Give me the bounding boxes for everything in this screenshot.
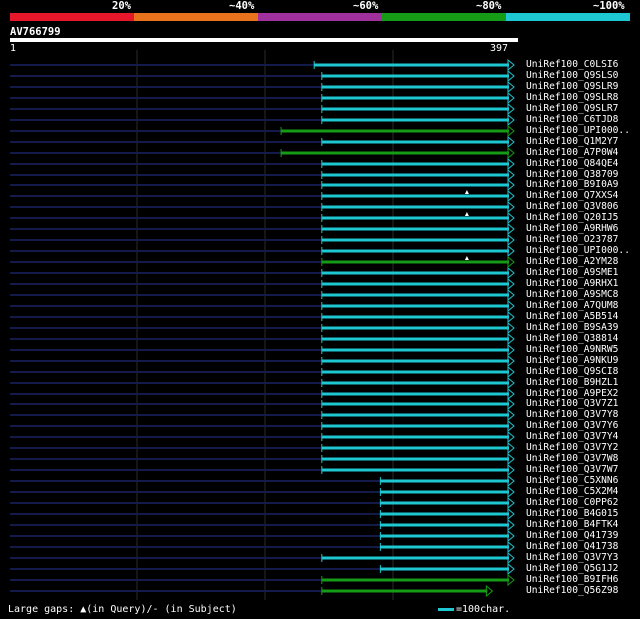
hit-label[interactable]: UniRef100_Q84QE4 (526, 159, 618, 169)
hit-label[interactable]: UniRef100_A9NRW5 (526, 345, 618, 355)
scale-swatch (438, 607, 454, 611)
hit-label[interactable]: UniRef100_Q56Z98 (526, 586, 618, 596)
hit-label[interactable]: UniRef100_Q5G1J2 (526, 564, 618, 574)
hit-label[interactable]: UniRef100_Q3V7Y4 (526, 432, 618, 442)
hit-label[interactable]: UniRef100_Q9SLR8 (526, 93, 618, 103)
hit-label[interactable]: UniRef100_A2YM28 (526, 257, 618, 267)
hit-label[interactable]: UniRef100_Q3V7Z1 (526, 399, 618, 409)
hit-label[interactable]: UniRef100_Q3V806 (526, 202, 618, 212)
hit-label[interactable]: UniRef100_Q9SLR9 (526, 82, 618, 92)
hit-label[interactable]: UniRef100_C5X2M4 (526, 487, 618, 497)
hit-label[interactable]: UniRef100_Q9SLS0 (526, 71, 618, 81)
hit-label[interactable]: UniRef100_Q41738 (526, 542, 618, 552)
hit-label[interactable]: UniRef100_O23787 (526, 235, 618, 245)
hit-label[interactable]: UniRef100_Q41739 (526, 531, 618, 541)
hit-label[interactable]: UniRef100_Q38814 (526, 334, 618, 344)
hit-label[interactable]: UniRef100_B4G015 (526, 509, 618, 519)
hit-label[interactable]: UniRef100_A7P0W4 (526, 148, 618, 158)
hit-label[interactable]: UniRef100_B9IFH6 (526, 575, 618, 585)
hit-label[interactable]: UniRef100_C5XNN6 (526, 476, 618, 486)
hit-label[interactable]: UniRef100_A9RHW6 (526, 224, 618, 234)
hit-label[interactable]: UniRef100_Q3V7W8 (526, 454, 618, 464)
hit-label[interactable]: UniRef100_C6TJD8 (526, 115, 618, 125)
hit-label[interactable]: UniRef100_Q3V7Y6 (526, 421, 618, 431)
hit-label[interactable]: UniRef100_B9HZL1 (526, 378, 618, 388)
hit-label[interactable]: UniRef100_Q9SLR7 (526, 104, 618, 114)
blast-overview: { "legend": { "percent_labels": ["20%", … (0, 0, 640, 619)
hit-label[interactable]: UniRef100_UPI000.. (526, 246, 630, 256)
hit-label[interactable]: UniRef100_Q1M2Y7 (526, 137, 618, 147)
hit-label[interactable]: UniRef100_Q9SCI8 (526, 367, 618, 377)
hit-label[interactable]: UniRef100_A7QUM8 (526, 301, 618, 311)
hit-label[interactable]: UniRef100_B4FTK4 (526, 520, 618, 530)
hit-label[interactable]: UniRef100_B9SA39 (526, 323, 618, 333)
hit-label[interactable]: UniRef100_C0LSI6 (526, 60, 618, 70)
hit-label[interactable]: UniRef100_Q7XXS4 (526, 191, 618, 201)
scale-text: =100char. (456, 604, 511, 615)
hit-label[interactable]: UniRef100_A9SMC8 (526, 290, 618, 300)
hit-label[interactable]: UniRef100_UPI000.. (526, 126, 630, 136)
scale-legend: =100char. (438, 604, 510, 615)
hit-label[interactable]: UniRef100_Q3V7Y8 (526, 410, 618, 420)
hit-label[interactable]: UniRef100_A9SME1 (526, 268, 618, 278)
hit-label[interactable]: UniRef100_C0PP62 (526, 498, 618, 508)
hit-label[interactable]: UniRef100_B9I0A9 (526, 180, 618, 190)
hit-label[interactable]: UniRef100_A9NKU9 (526, 356, 618, 366)
hit-labels: UniRef100_C0LSI6 UniRef100_Q9SLS0 UniRef10… (0, 0, 640, 619)
hit-label[interactable]: UniRef100_A5B514 (526, 312, 618, 322)
hit-label[interactable]: UniRef100_Q3V7Y2 (526, 443, 618, 453)
hit-label[interactable]: UniRef100_A9RHX1 (526, 279, 618, 289)
hit-label[interactable]: UniRef100_Q3V7W7 (526, 465, 618, 475)
hit-label[interactable]: UniRef100_Q3V7Y3 (526, 553, 618, 563)
hit-label[interactable]: UniRef100_Q20IJ5 (526, 213, 618, 223)
gaps-legend: Large gaps: ▲(in Query)/- (in Subject) (8, 604, 237, 615)
